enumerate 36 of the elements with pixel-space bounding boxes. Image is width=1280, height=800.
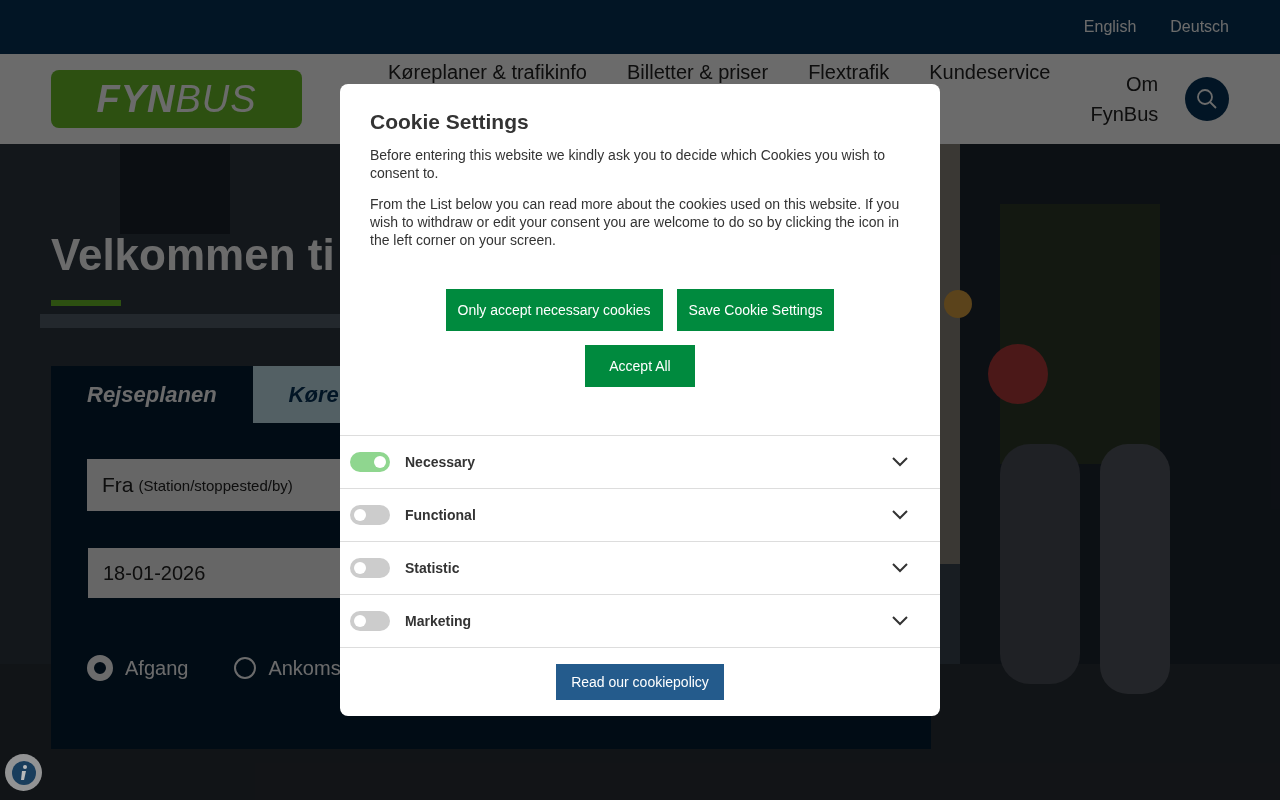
nav-link[interactable]: Kundeservice	[929, 61, 1051, 83]
chevron-down-icon[interactable]	[892, 563, 908, 573]
accent-bar	[51, 300, 121, 306]
radio-label[interactable]: Ankoms	[268, 656, 341, 680]
consent-button[interactable]: Save Cookie Settings	[676, 289, 835, 331]
dialog-text: Before entering this website we kindly ask you to decide which Cookies you wish to consent to.	[370, 146, 887, 182]
category-label: Statistic	[405, 560, 460, 576]
hero-heading: Velkommen ti	[51, 229, 335, 281]
toggle-switch[interactable]	[350, 558, 390, 578]
toggle-switch[interactable]	[350, 611, 390, 631]
nav-link[interactable]: Billetter & priser	[627, 61, 769, 83]
language-link[interactable]: Deutsch	[1170, 18, 1229, 36]
language-link[interactable]: English	[1083, 18, 1137, 36]
consent-button[interactable]: Accept All	[585, 345, 695, 387]
nav-link[interactable]: Flextrafik	[808, 61, 890, 83]
dialog-text: From the List below you can read more about the cookies used on this website. If you wish to withdraw or edit your consent you are welcome to do so by clicking the icon in the left corner on your screen.	[370, 195, 901, 249]
category-label: Functional	[405, 507, 476, 523]
chevron-down-icon[interactable]	[892, 616, 908, 626]
category-label: Marketing	[405, 613, 472, 629]
chevron-down-icon[interactable]	[892, 457, 908, 467]
chevron-down-icon[interactable]	[892, 510, 908, 520]
dialog-title: Cookie Settings	[370, 110, 530, 134]
toggle-switch[interactable]	[350, 505, 390, 525]
radio-button[interactable]	[87, 655, 113, 681]
nav-link[interactable]: Køreplaner & trafikinfo	[388, 61, 587, 83]
search-icon	[1196, 88, 1218, 110]
nav-link[interactable]: Om FynBus	[1090, 69, 1159, 129]
category-label: Necessary	[405, 454, 476, 470]
radio-label[interactable]: Afgang	[125, 656, 189, 680]
consent-button[interactable]: Only accept necessary cookies	[445, 289, 663, 331]
search-button[interactable]	[1185, 77, 1229, 121]
toggle-switch[interactable]	[350, 452, 390, 472]
info-icon	[11, 760, 36, 785]
cookie-policy-button[interactable]: Read our cookiepolicy	[556, 664, 724, 700]
radio-button[interactable]	[234, 657, 257, 679]
planner-tab[interactable]: Rejseplanen	[51, 366, 253, 423]
